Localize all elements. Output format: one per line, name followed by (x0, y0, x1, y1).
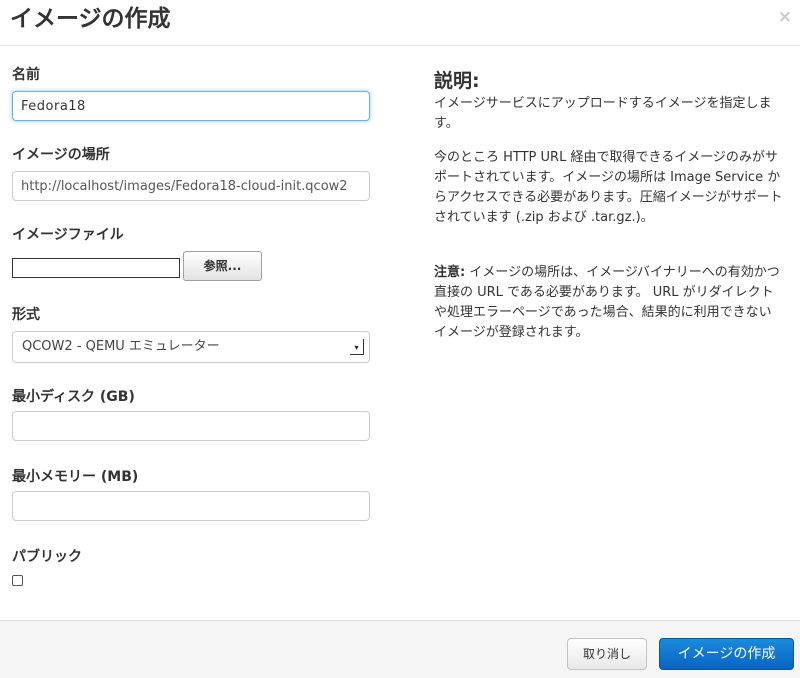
note-label: 注意: (434, 265, 466, 280)
help-paragraph-2: 今のところ HTTP URL 経由で取得できるイメージのみがサポートされています… (434, 150, 783, 225)
min-disk-label: 最小ディスク (GB) (12, 389, 135, 405)
close-icon[interactable]: × (778, 8, 792, 26)
location-label: イメージの場所 (12, 147, 110, 163)
file-path-box[interactable] (12, 258, 180, 278)
min-ram-input[interactable] (12, 491, 370, 521)
note-text: イメージの場所は、イメージバイナリーへの有効かつ直接の URL である必要があり… (434, 265, 780, 340)
create-image-modal: イメージの作成 × 名前 イメージの場所 イメージファイル 参照... 形式 Q… (0, 0, 800, 678)
min-disk-input[interactable] (12, 411, 370, 441)
help-paragraph-1: イメージサービスにアップロードするイメージを指定します。 (434, 96, 772, 131)
browse-button[interactable]: 参照... (183, 251, 262, 281)
format-select[interactable]: QCOW2 - QEMU エミュレーター ▾ (12, 331, 370, 363)
name-label: 名前 (12, 67, 40, 83)
format-label: 形式 (12, 307, 40, 323)
chevron-down-icon: ▾ (350, 339, 364, 355)
image-file-label: イメージファイル (12, 227, 124, 243)
help-note: 注意: イメージの場所は、イメージバイナリーへの有効かつ直接の URL である必… (434, 263, 784, 343)
location-input[interactable] (12, 171, 370, 201)
name-input[interactable] (12, 91, 370, 121)
cancel-button[interactable]: 取り消し (567, 638, 647, 670)
public-label: パブリック (12, 549, 82, 565)
help-title: 説明: (434, 70, 480, 92)
min-ram-label: 最小メモリー (MB) (12, 469, 139, 485)
modal-header: イメージの作成 × (0, 0, 800, 46)
modal-title: イメージの作成 (10, 6, 171, 32)
create-image-button[interactable]: イメージの作成 (659, 638, 794, 670)
modal-footer: 取り消し イメージの作成 (0, 620, 800, 678)
modal-body: 名前 イメージの場所 イメージファイル 参照... 形式 QCOW2 - QEM… (0, 46, 800, 620)
format-selected-value: QCOW2 - QEMU エミュレーター (22, 339, 220, 354)
public-checkbox[interactable] (12, 575, 23, 586)
